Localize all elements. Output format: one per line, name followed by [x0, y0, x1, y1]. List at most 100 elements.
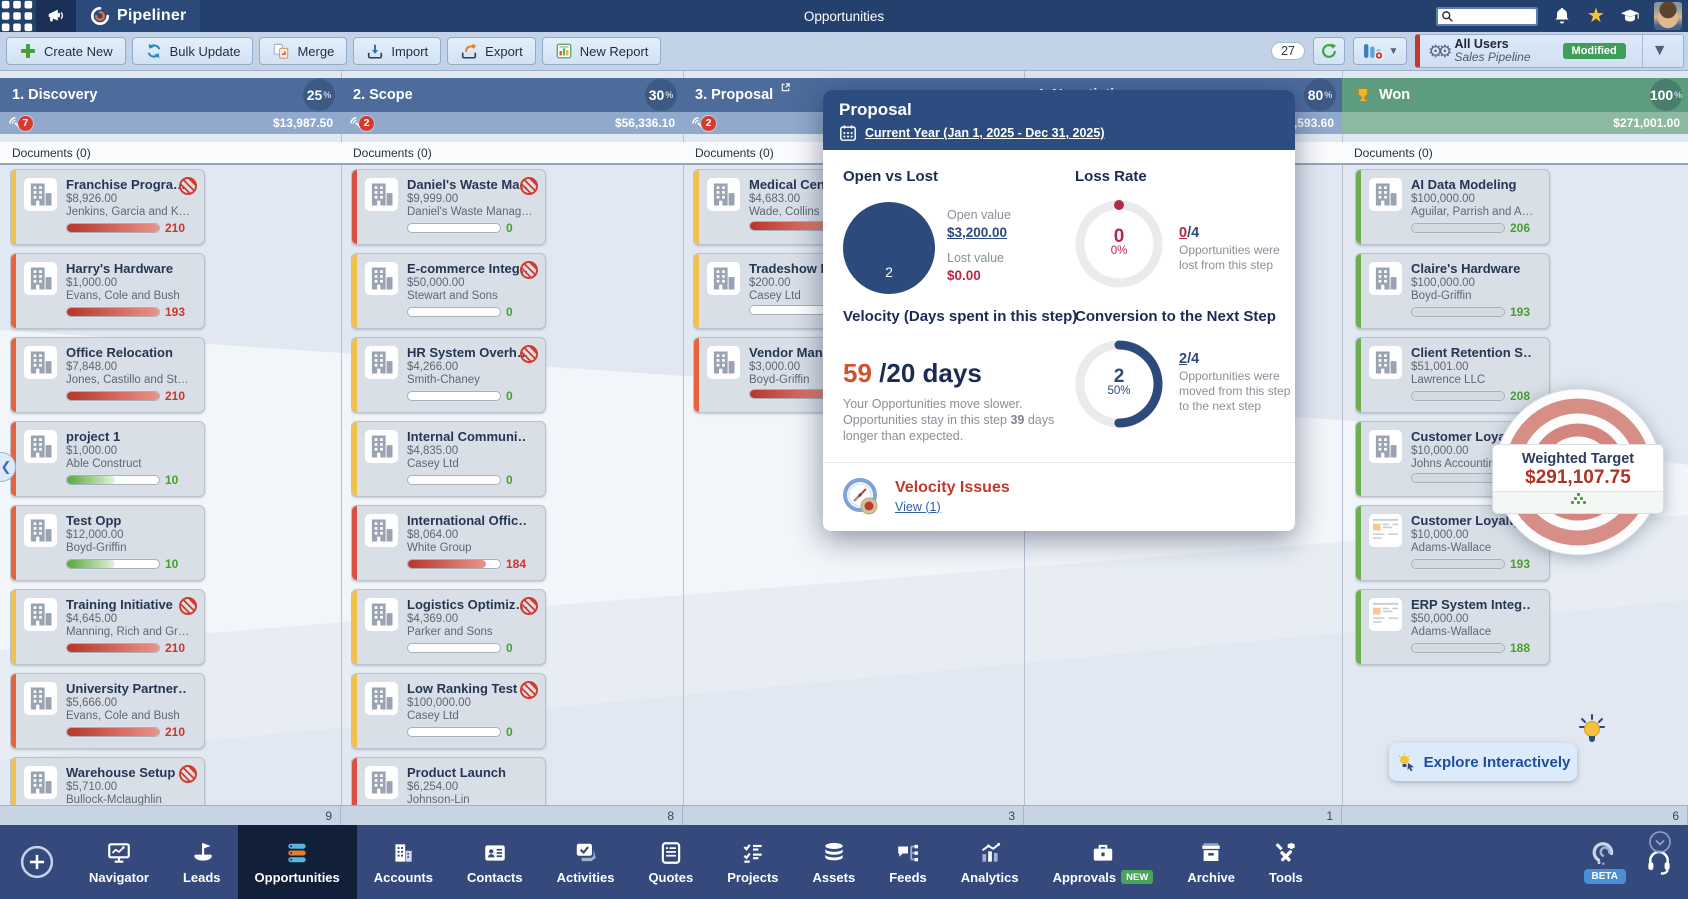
- card-value: $9,999.00: [407, 193, 535, 205]
- record-count: 27: [1271, 42, 1305, 60]
- documents-row[interactable]: Documents (0): [0, 142, 341, 165]
- card-progress-bar: [407, 643, 501, 653]
- search-input[interactable]: [1436, 7, 1538, 26]
- nav-item-analytics[interactable]: Analytics: [944, 825, 1036, 899]
- import-icon: [366, 42, 384, 60]
- card-company: Casey Ltd: [407, 458, 535, 470]
- nav-item-archive[interactable]: Archive: [1170, 825, 1252, 899]
- velocity-issues-title: Velocity Issues: [895, 479, 1010, 496]
- account-building-icon: [1369, 178, 1402, 211]
- opportunity-card[interactable]: Test Opp$12,000.00Boyd-Griffin10: [10, 505, 205, 581]
- opportunity-card[interactable]: E-commerce Integ…$50,000.00Stewart and S…: [351, 253, 546, 329]
- voyager-beta[interactable]: BETA: [1584, 841, 1626, 884]
- blocked-icon: [520, 681, 538, 699]
- card-company: Aguilar, Parrish and A…: [1411, 206, 1539, 218]
- collapse-nav-chevron-icon[interactable]: [1648, 830, 1672, 854]
- nav-item-tools[interactable]: Tools: [1252, 825, 1320, 899]
- nav-item-feeds[interactable]: Feeds: [872, 825, 944, 899]
- card-value: $50,000.00: [407, 277, 535, 289]
- opportunity-card[interactable]: Internal Communi…$4,835.00Casey Ltd0: [351, 421, 546, 497]
- opportunity-card[interactable]: Logistics Optimiz…$4,369.00Parker and So…: [351, 589, 546, 665]
- export-button[interactable]: Export: [447, 37, 536, 65]
- explore-interactively-button[interactable]: Explore Interactively: [1389, 743, 1577, 781]
- card-value: $5,710.00: [66, 781, 194, 793]
- opportunity-card[interactable]: HR System Overh…$4,266.00Smith-Chaney0: [351, 337, 546, 413]
- nav-item-approvals[interactable]: ApprovalsNEW: [1036, 825, 1171, 899]
- opportunity-card[interactable]: International Offic…$8,064.00White Group…: [351, 505, 546, 581]
- page-title: Opportunities: [0, 0, 1688, 32]
- pipeline-selector[interactable]: ⚙⚙ All Users Sales Pipeline Modified ▼: [1415, 34, 1684, 68]
- new-report-button[interactable]: New Report: [542, 37, 662, 65]
- card-title: Test Opp: [66, 513, 186, 528]
- approvals-icon: [1090, 840, 1116, 866]
- nav-item-assets[interactable]: Assets: [796, 825, 873, 899]
- open-vs-lost-chart[interactable]: 2: [843, 202, 935, 294]
- action-toolbar: Create NewBulk UpdateMergeImportExportNe…: [0, 32, 1688, 71]
- issue-count-badge: 2: [359, 116, 374, 131]
- column-header[interactable]: 2. Scope30%: [341, 78, 683, 112]
- nav-item-quotes[interactable]: Quotes: [631, 825, 710, 899]
- nav-item-opportunities[interactable]: Opportunities: [238, 825, 357, 899]
- view-mode-dropdown[interactable]: ▼: [1353, 37, 1407, 65]
- nav-item-contacts[interactable]: Contacts: [450, 825, 540, 899]
- merge-button[interactable]: Merge: [259, 37, 347, 65]
- opportunity-card[interactable]: ERP System Integ…$50,000.00Adams-Wallace…: [1355, 589, 1550, 665]
- document-thumbnail-icon: [1369, 598, 1402, 631]
- nav-item-activities[interactable]: Activities: [540, 825, 632, 899]
- card-value: $4,835.00: [407, 445, 535, 457]
- opportunity-card[interactable]: University Partner…$5,666.00Evans, Cole …: [10, 673, 205, 749]
- card-company: White Group: [407, 542, 535, 554]
- nav-item-navigator[interactable]: Navigator: [72, 825, 166, 899]
- pipeline-column-discovery: 1. Discovery25%7$13,987.50Documents (0)F…: [0, 70, 342, 825]
- training-cap-icon[interactable]: [1620, 6, 1640, 26]
- card-score: 193: [165, 305, 185, 319]
- weighted-target-widget[interactable]: Weighted Target $291,107.75: [1494, 388, 1662, 556]
- nav-item-accounts[interactable]: Accounts: [357, 825, 450, 899]
- velocity-note: Your Opportunities move slower. Opportun…: [843, 396, 1081, 444]
- bulk-update-button[interactable]: Bulk Update: [132, 37, 254, 65]
- opportunity-card[interactable]: Claire's Hardware$100,000.00Boyd-Griffin…: [1355, 253, 1550, 329]
- opportunity-card[interactable]: Harry's Hardware$1,000.00Evans, Cole and…: [10, 253, 205, 329]
- target-grip-handle[interactable]: [1493, 491, 1663, 513]
- opportunity-card[interactable]: Low Ranking Test$100,000.00Casey Ltd0: [351, 673, 546, 749]
- blocked-icon: [179, 765, 197, 783]
- refresh-button[interactable]: [1313, 37, 1345, 65]
- opportunity-card[interactable]: Franchise Progra…$8,926.00Jenkins, Garci…: [10, 169, 205, 245]
- nav-item-leads[interactable]: Leads: [166, 825, 238, 899]
- opportunity-card[interactable]: AI Data Modeling$100,000.00Aguilar, Parr…: [1355, 169, 1550, 245]
- opportunity-card[interactable]: Office Relocation$7,848.00Jones, Castill…: [10, 337, 205, 413]
- blocked-icon: [520, 597, 538, 615]
- lost-count-link[interactable]: 0: [1179, 225, 1187, 241]
- import-button[interactable]: Import: [353, 37, 441, 65]
- contacts-icon: [482, 840, 508, 866]
- period-link[interactable]: Current Year (Jan 1, 2025 - Dec 31, 2025…: [865, 126, 1105, 140]
- open-insights-icon[interactable]: [780, 82, 791, 93]
- user-avatar[interactable]: [1654, 2, 1682, 30]
- create-new-button[interactable]: Create New: [6, 37, 126, 65]
- opportunity-card[interactable]: Daniel's Waste Ma…$9,999.00Daniel's Wast…: [351, 169, 546, 245]
- account-building-icon: [24, 766, 57, 799]
- account-building-icon: [707, 178, 740, 211]
- issue-count-badge: 2: [701, 116, 716, 131]
- card-progress-bar: [407, 391, 501, 401]
- pipeline-chevron-icon[interactable]: ▼: [1642, 35, 1677, 67]
- opportunity-card[interactable]: Training Initiative$4,645.00Manning, Ric…: [10, 589, 205, 665]
- documents-row[interactable]: Documents (0): [1342, 142, 1688, 165]
- velocity-issues-view-link[interactable]: View (1): [895, 500, 941, 514]
- column-header[interactable]: 1. Discovery25%: [0, 78, 341, 112]
- add-record-button[interactable]: [20, 845, 54, 879]
- nav-item-projects[interactable]: Projects: [710, 825, 795, 899]
- column-header[interactable]: Won100%: [1342, 78, 1688, 112]
- opportunity-card[interactable]: Warehouse Setup$5,710.00Bullock-Mclaughl…: [10, 757, 205, 806]
- notifications-bell-icon[interactable]: [1552, 6, 1572, 26]
- documents-row[interactable]: Documents (0): [341, 142, 683, 165]
- column-percent: 25%: [303, 79, 335, 111]
- converted-count-link[interactable]: 2: [1179, 351, 1187, 367]
- opportunity-card[interactable]: project 1$1,000.00Able Construct10: [10, 421, 205, 497]
- favorites-star-icon[interactable]: ★: [1586, 6, 1606, 26]
- opportunity-card[interactable]: Product Launch$6,254.00Johnson-Lin: [351, 757, 546, 806]
- card-title: University Partner…: [66, 681, 186, 696]
- open-value-link[interactable]: $3,200.00: [947, 225, 1011, 240]
- card-value: $4,645.00: [66, 613, 194, 625]
- card-value: $5,666.00: [66, 697, 194, 709]
